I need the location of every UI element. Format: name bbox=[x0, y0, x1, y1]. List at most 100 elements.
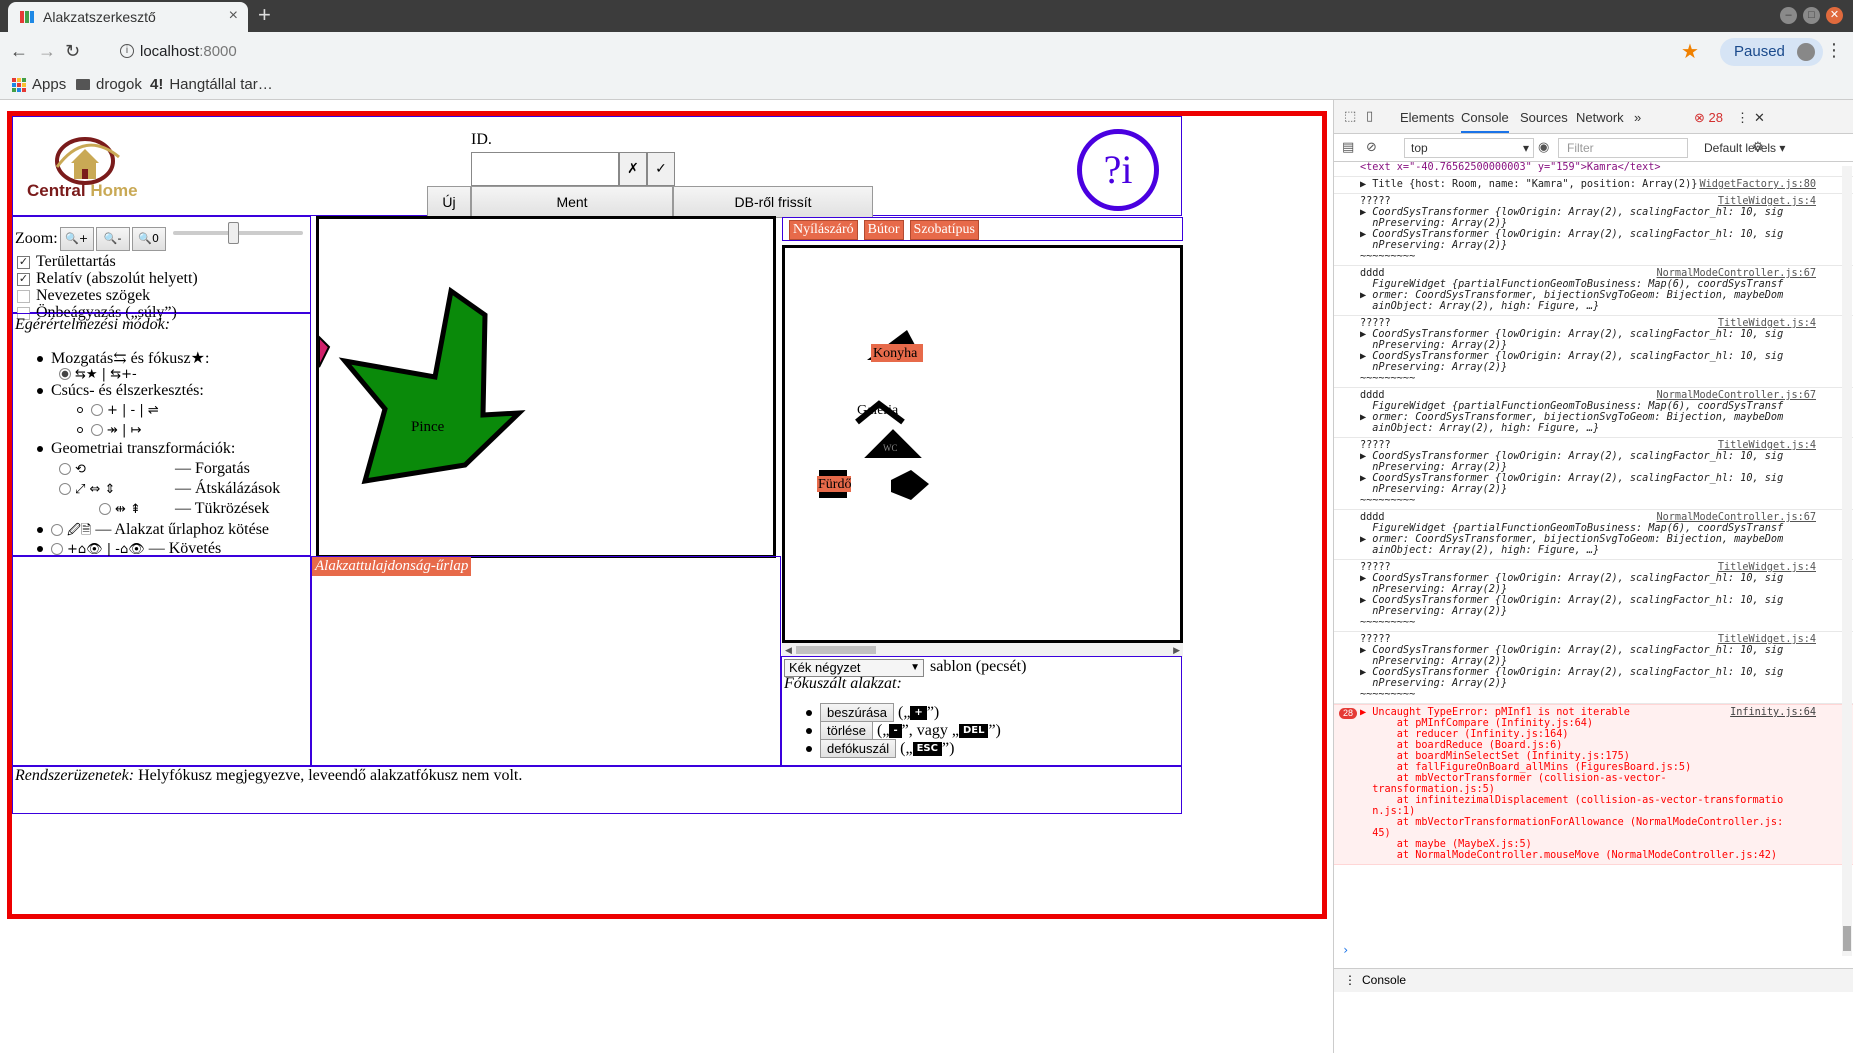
console-entry: NormalModeController.js:67 dddd FigureWid… bbox=[1334, 388, 1853, 438]
confirm-id-button[interactable]: ✓ bbox=[647, 152, 675, 186]
new-tab-button[interactable]: + bbox=[258, 4, 271, 26]
console-scrollbar[interactable] bbox=[1842, 166, 1852, 956]
tab-console[interactable]: Console bbox=[1461, 110, 1509, 133]
console-source-link[interactable]: NormalModeController.js:67 bbox=[1657, 390, 1816, 401]
log-levels-dropdown[interactable]: Default levels ▾ bbox=[1704, 141, 1785, 155]
pince-shape[interactable] bbox=[338, 286, 526, 485]
error-repeat-badge: 28 bbox=[1339, 708, 1358, 719]
palette-canvas[interactable]: Konyha Galéria WC Fürdő bbox=[782, 245, 1183, 643]
address-bar[interactable]: i localhost:8000 bbox=[112, 38, 1672, 66]
room-type-button[interactable]: Szobatípus bbox=[909, 220, 979, 240]
furniture-button[interactable]: Bútor bbox=[863, 220, 904, 240]
console-prompt[interactable]: › bbox=[1342, 943, 1349, 957]
db-refresh-button[interactable]: DB-ről frissít bbox=[673, 186, 873, 218]
console-filter-input[interactable]: Filter bbox=[1558, 138, 1688, 158]
device-toolbar-icon[interactable]: ▯ bbox=[1366, 109, 1382, 125]
save-button[interactable]: Ment bbox=[471, 186, 673, 218]
console-source-link[interactable]: NormalModeController.js:67 bbox=[1657, 512, 1816, 523]
scroll-left-icon[interactable]: ◀ bbox=[785, 643, 792, 657]
devtools-close-icon[interactable]: ✕ bbox=[1754, 110, 1765, 126]
checkbox-relative[interactable]: ✓ Relatív (abszolút helyett) bbox=[17, 270, 198, 288]
checkbox-area-preserve[interactable]: ✓ Területtartás bbox=[17, 253, 116, 271]
insert-button[interactable]: beszúrása bbox=[820, 703, 894, 722]
browser-tab[interactable]: Alakzatszerkesztő × bbox=[8, 2, 248, 32]
close-window-icon[interactable]: ✕ bbox=[1826, 7, 1843, 24]
sidebar-toggle-icon[interactable]: ▤ bbox=[1342, 140, 1358, 156]
main-drawing-canvas[interactable]: Pince bbox=[316, 216, 776, 558]
checkbox-icon[interactable]: ✓ bbox=[17, 272, 30, 286]
zoom-reset-button[interactable]: 🔍0 bbox=[131, 227, 166, 251]
door-window-button[interactable]: Nyílászáró bbox=[789, 220, 858, 240]
tab-sources[interactable]: Sources bbox=[1520, 110, 1568, 125]
checkbox-icon[interactable] bbox=[17, 289, 30, 303]
minimize-icon[interactable]: – bbox=[1780, 7, 1797, 24]
diamond-shape[interactable] bbox=[891, 470, 929, 500]
scrollbar-thumb[interactable] bbox=[1843, 926, 1851, 951]
radio-vertex-move[interactable] bbox=[91, 424, 103, 437]
palette-canvas-svg[interactable]: Konyha Galéria WC Fürdő bbox=[785, 248, 1180, 640]
browser-menu-icon[interactable]: ⋮ bbox=[1825, 40, 1843, 61]
back-icon[interactable]: ← bbox=[10, 41, 28, 62]
site-info-icon[interactable]: i bbox=[120, 44, 134, 58]
radio-mirror[interactable] bbox=[99, 503, 111, 516]
console-source-link[interactable]: TitleWidget.js:4 bbox=[1718, 562, 1816, 573]
checkbox-notable-angles[interactable]: Nevezetes szögek bbox=[17, 287, 150, 305]
mirror-label: — Tükrözések bbox=[175, 500, 270, 517]
help-info-button[interactable]: ?i bbox=[1077, 129, 1159, 211]
clear-id-button[interactable]: ✗ bbox=[619, 152, 647, 186]
drawer-console-tab[interactable]: Console bbox=[1362, 973, 1406, 987]
console-source-link[interactable]: TitleWidget.js:4 bbox=[1718, 634, 1816, 645]
partial-shape[interactable] bbox=[319, 335, 331, 368]
console-source-link[interactable]: WidgetFactory.js:80 bbox=[1699, 179, 1816, 190]
zoom-slider[interactable] bbox=[173, 222, 303, 244]
forward-icon[interactable]: → bbox=[38, 41, 56, 62]
gear-icon[interactable]: ⚙ bbox=[1752, 140, 1768, 156]
console-line: ▶ CoordSysTransformer {lowOrigin: Array(… bbox=[1360, 573, 1784, 584]
radio-follow[interactable] bbox=[51, 543, 63, 556]
inspect-element-icon[interactable]: ⬚ bbox=[1344, 109, 1360, 125]
devtools-menu-icon[interactable]: ⋮ bbox=[1736, 110, 1749, 126]
console-line: nPreserving: Array(2)} bbox=[1360, 484, 1508, 495]
maximize-icon[interactable]: □ bbox=[1803, 7, 1820, 24]
tab-close-icon[interactable]: × bbox=[229, 7, 238, 25]
new-button[interactable]: Új bbox=[427, 186, 471, 218]
delete-button[interactable]: törlése bbox=[820, 721, 874, 740]
scroll-right-icon[interactable]: ▶ bbox=[1173, 643, 1180, 657]
scrollbar-thumb[interactable] bbox=[796, 646, 876, 654]
more-tabs-icon[interactable]: » bbox=[1634, 110, 1641, 125]
eye-icon[interactable]: ◉ bbox=[1538, 140, 1554, 156]
radio-scale[interactable] bbox=[59, 483, 71, 496]
bookmark-hangtallal[interactable]: 4! Hangtállal tar… bbox=[150, 76, 273, 93]
console-source-link[interactable]: TitleWidget.js:4 bbox=[1718, 196, 1816, 207]
zoom-out-button[interactable]: 🔍- bbox=[95, 227, 130, 251]
property-form-title[interactable]: Alakzattulajdonság-űrlap bbox=[312, 557, 472, 576]
bookmark-star-icon[interactable]: ★ bbox=[1681, 39, 1699, 64]
radio-rotate[interactable] bbox=[59, 463, 71, 476]
console-source-link[interactable]: NormalModeController.js:67 bbox=[1657, 268, 1816, 279]
bookmark-apps[interactable]: Apps bbox=[12, 76, 66, 93]
main-canvas-svg[interactable]: Pince bbox=[319, 219, 773, 555]
zoom-slider-thumb[interactable] bbox=[228, 222, 239, 244]
drawer-menu-icon[interactable]: ⋮ bbox=[1344, 973, 1356, 987]
reload-icon[interactable]: ↻ bbox=[65, 41, 80, 62]
palette-hscrollbar[interactable]: ◀ ▶ bbox=[782, 643, 1183, 657]
radio-move-focus[interactable] bbox=[59, 368, 71, 381]
checkbox-icon[interactable]: ✓ bbox=[17, 255, 30, 269]
zoom-in-button[interactable]: 🔍+ bbox=[59, 227, 94, 251]
radio-vertex-add[interactable] bbox=[91, 404, 103, 417]
console-source-link[interactable]: Infinity.js:64 bbox=[1730, 707, 1816, 718]
id-input[interactable] bbox=[471, 152, 619, 186]
bookmark-drogok[interactable]: drogok bbox=[76, 76, 142, 93]
error-counter[interactable]: ⊗ 28 bbox=[1694, 110, 1723, 126]
profile-paused-button[interactable]: Paused bbox=[1720, 38, 1823, 66]
console-source-link[interactable]: TitleWidget.js:4 bbox=[1718, 440, 1816, 451]
radio-bind-form[interactable] bbox=[51, 524, 63, 537]
clear-console-icon[interactable]: ⊘ bbox=[1366, 140, 1382, 156]
defocus-button[interactable]: defókuszál bbox=[820, 739, 897, 758]
palette-button-row: Nyílászáró Bútor Szobatípus bbox=[782, 217, 1183, 241]
context-select[interactable]: top ▾ bbox=[1404, 138, 1534, 158]
tab-network[interactable]: Network bbox=[1576, 110, 1624, 125]
console-line: ~~~~~~~~~ bbox=[1360, 495, 1416, 506]
tab-elements[interactable]: Elements bbox=[1400, 110, 1454, 125]
console-source-link[interactable]: TitleWidget.js:4 bbox=[1718, 318, 1816, 329]
